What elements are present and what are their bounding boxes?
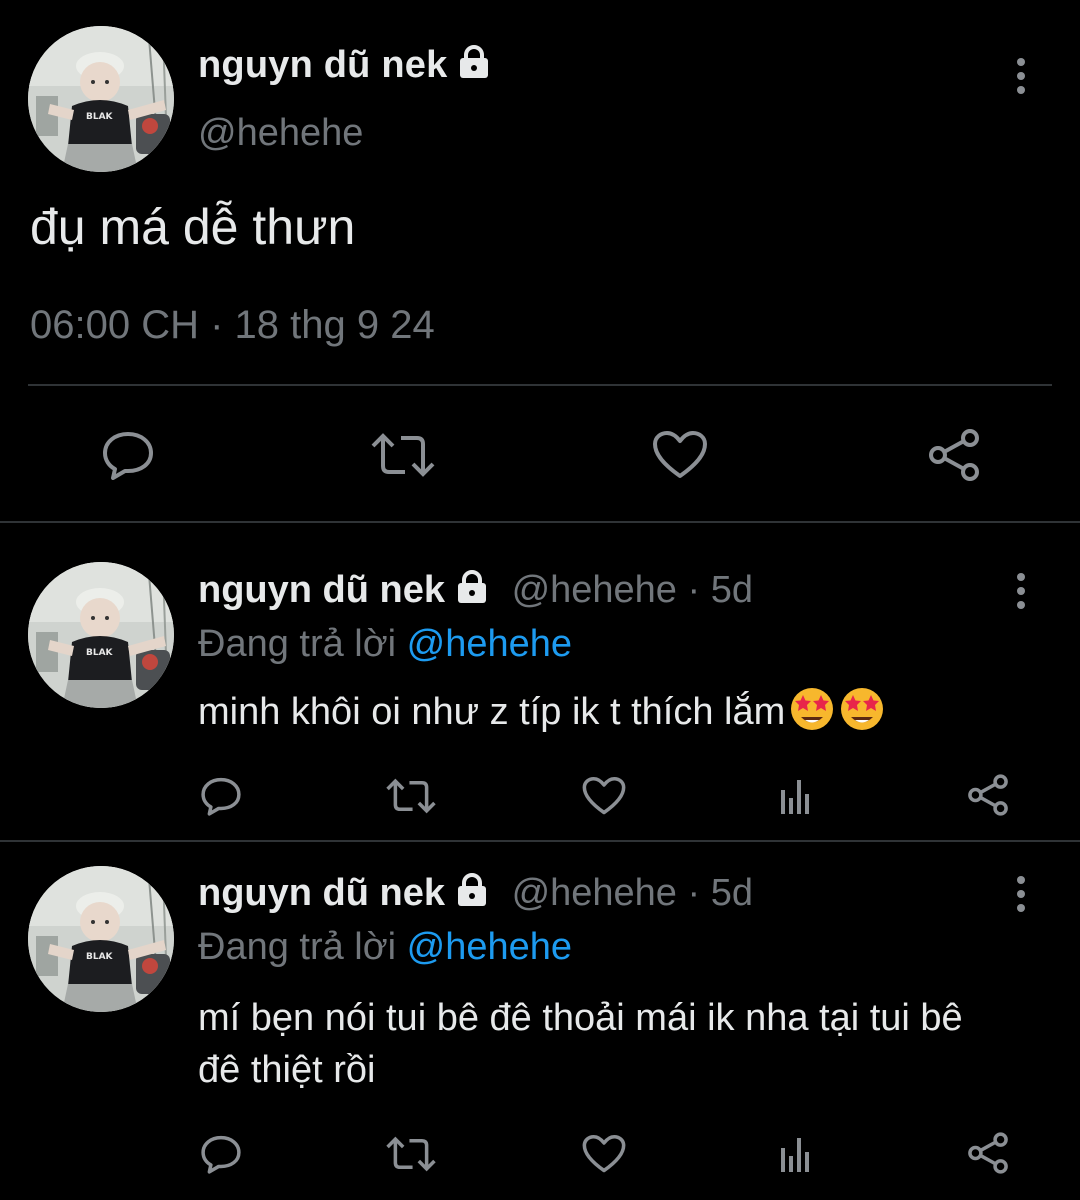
avatar[interactable]: BLAK — [28, 866, 174, 1012]
retweet-button[interactable] — [368, 426, 438, 484]
replying-to-handle[interactable]: @hehehe — [407, 926, 572, 968]
lock-icon — [453, 873, 491, 917]
avatar-shirt-text: BLAK — [86, 952, 113, 962]
handle[interactable]: @hehehe — [512, 569, 677, 611]
share-icon — [968, 774, 1008, 816]
share-button[interactable] — [924, 426, 984, 484]
like-icon — [582, 1134, 626, 1173]
divider — [28, 384, 1052, 386]
handle[interactable]: @hehehe — [512, 872, 677, 914]
reply-button[interactable] — [198, 774, 244, 818]
retweet-icon — [386, 778, 436, 814]
retweet-icon — [386, 1136, 436, 1172]
like-button[interactable] — [580, 774, 628, 818]
divider — [0, 840, 1080, 842]
views-icon — [781, 780, 809, 814]
divider — [0, 521, 1080, 523]
replying-to: Đang trả lời @hehehe — [198, 623, 572, 666]
avatar[interactable]: BLAK — [28, 562, 174, 708]
retweet-icon — [371, 433, 435, 477]
reply-icon — [201, 1135, 241, 1174]
star-struck-emoji — [791, 688, 834, 730]
replying-prefix: Đang trả lời — [198, 926, 397, 968]
lock-icon — [453, 570, 491, 614]
like-button[interactable] — [580, 1132, 628, 1176]
more-icon[interactable] — [1017, 876, 1025, 918]
share-icon — [929, 429, 979, 481]
reply-text-container: minh khôi oi như z típ ik t thích lắm — [198, 686, 1028, 738]
reply-text: mí bẹn nói tui bê đê thoải mái ik nha tạ… — [198, 997, 963, 1091]
views-button[interactable] — [774, 774, 818, 818]
like-icon — [653, 431, 707, 478]
replying-prefix: Đang trả lời — [198, 623, 397, 665]
reply-icon — [201, 777, 241, 816]
reply-header: nguyn dũ nek @hehehe · 5d — [198, 569, 753, 614]
more-icon[interactable] — [1017, 58, 1025, 100]
reply-age[interactable]: · 5d — [688, 872, 753, 914]
avatar-shirt-text: BLAK — [86, 112, 113, 122]
handle[interactable]: @hehehe — [198, 112, 363, 155]
reply-icon — [103, 432, 153, 480]
replying-to-handle[interactable]: @hehehe — [407, 623, 572, 665]
display-name[interactable]: nguyn dũ nek — [198, 872, 445, 914]
share-button[interactable] — [964, 772, 1012, 818]
share-button[interactable] — [964, 1130, 1012, 1176]
avatar-shirt-text: BLAK — [86, 648, 113, 658]
display-name[interactable]: nguyn dũ nek — [198, 569, 445, 611]
views-button[interactable] — [774, 1132, 818, 1176]
reply-button[interactable] — [198, 1132, 244, 1176]
avatar[interactable]: BLAK — [28, 26, 174, 172]
retweet-button[interactable] — [384, 1132, 438, 1176]
replying-to: Đang trả lời @hehehe — [198, 926, 572, 969]
share-icon — [968, 1132, 1008, 1174]
tweet-text: đụ má dễ thưn — [30, 199, 356, 255]
like-button[interactable] — [648, 426, 712, 484]
lock-icon — [455, 45, 493, 89]
reply-age[interactable]: · 5d — [688, 569, 753, 611]
retweet-button[interactable] — [384, 774, 438, 818]
reply-button[interactable] — [96, 426, 160, 484]
display-name[interactable]: nguyn dũ nek — [198, 44, 493, 89]
star-struck-emoji — [841, 688, 884, 730]
more-icon[interactable] — [1017, 573, 1025, 615]
reply-header: nguyn dũ nek @hehehe · 5d — [198, 872, 753, 917]
tweet-timestamp[interactable]: 06:00 CH · 18 thg 9 24 — [30, 303, 435, 348]
display-name-text: nguyn dũ nek — [198, 44, 448, 86]
like-icon — [582, 776, 626, 815]
views-icon — [781, 1138, 809, 1172]
reply-text: minh khôi oi như z típ ik t thích lắm — [198, 691, 786, 733]
